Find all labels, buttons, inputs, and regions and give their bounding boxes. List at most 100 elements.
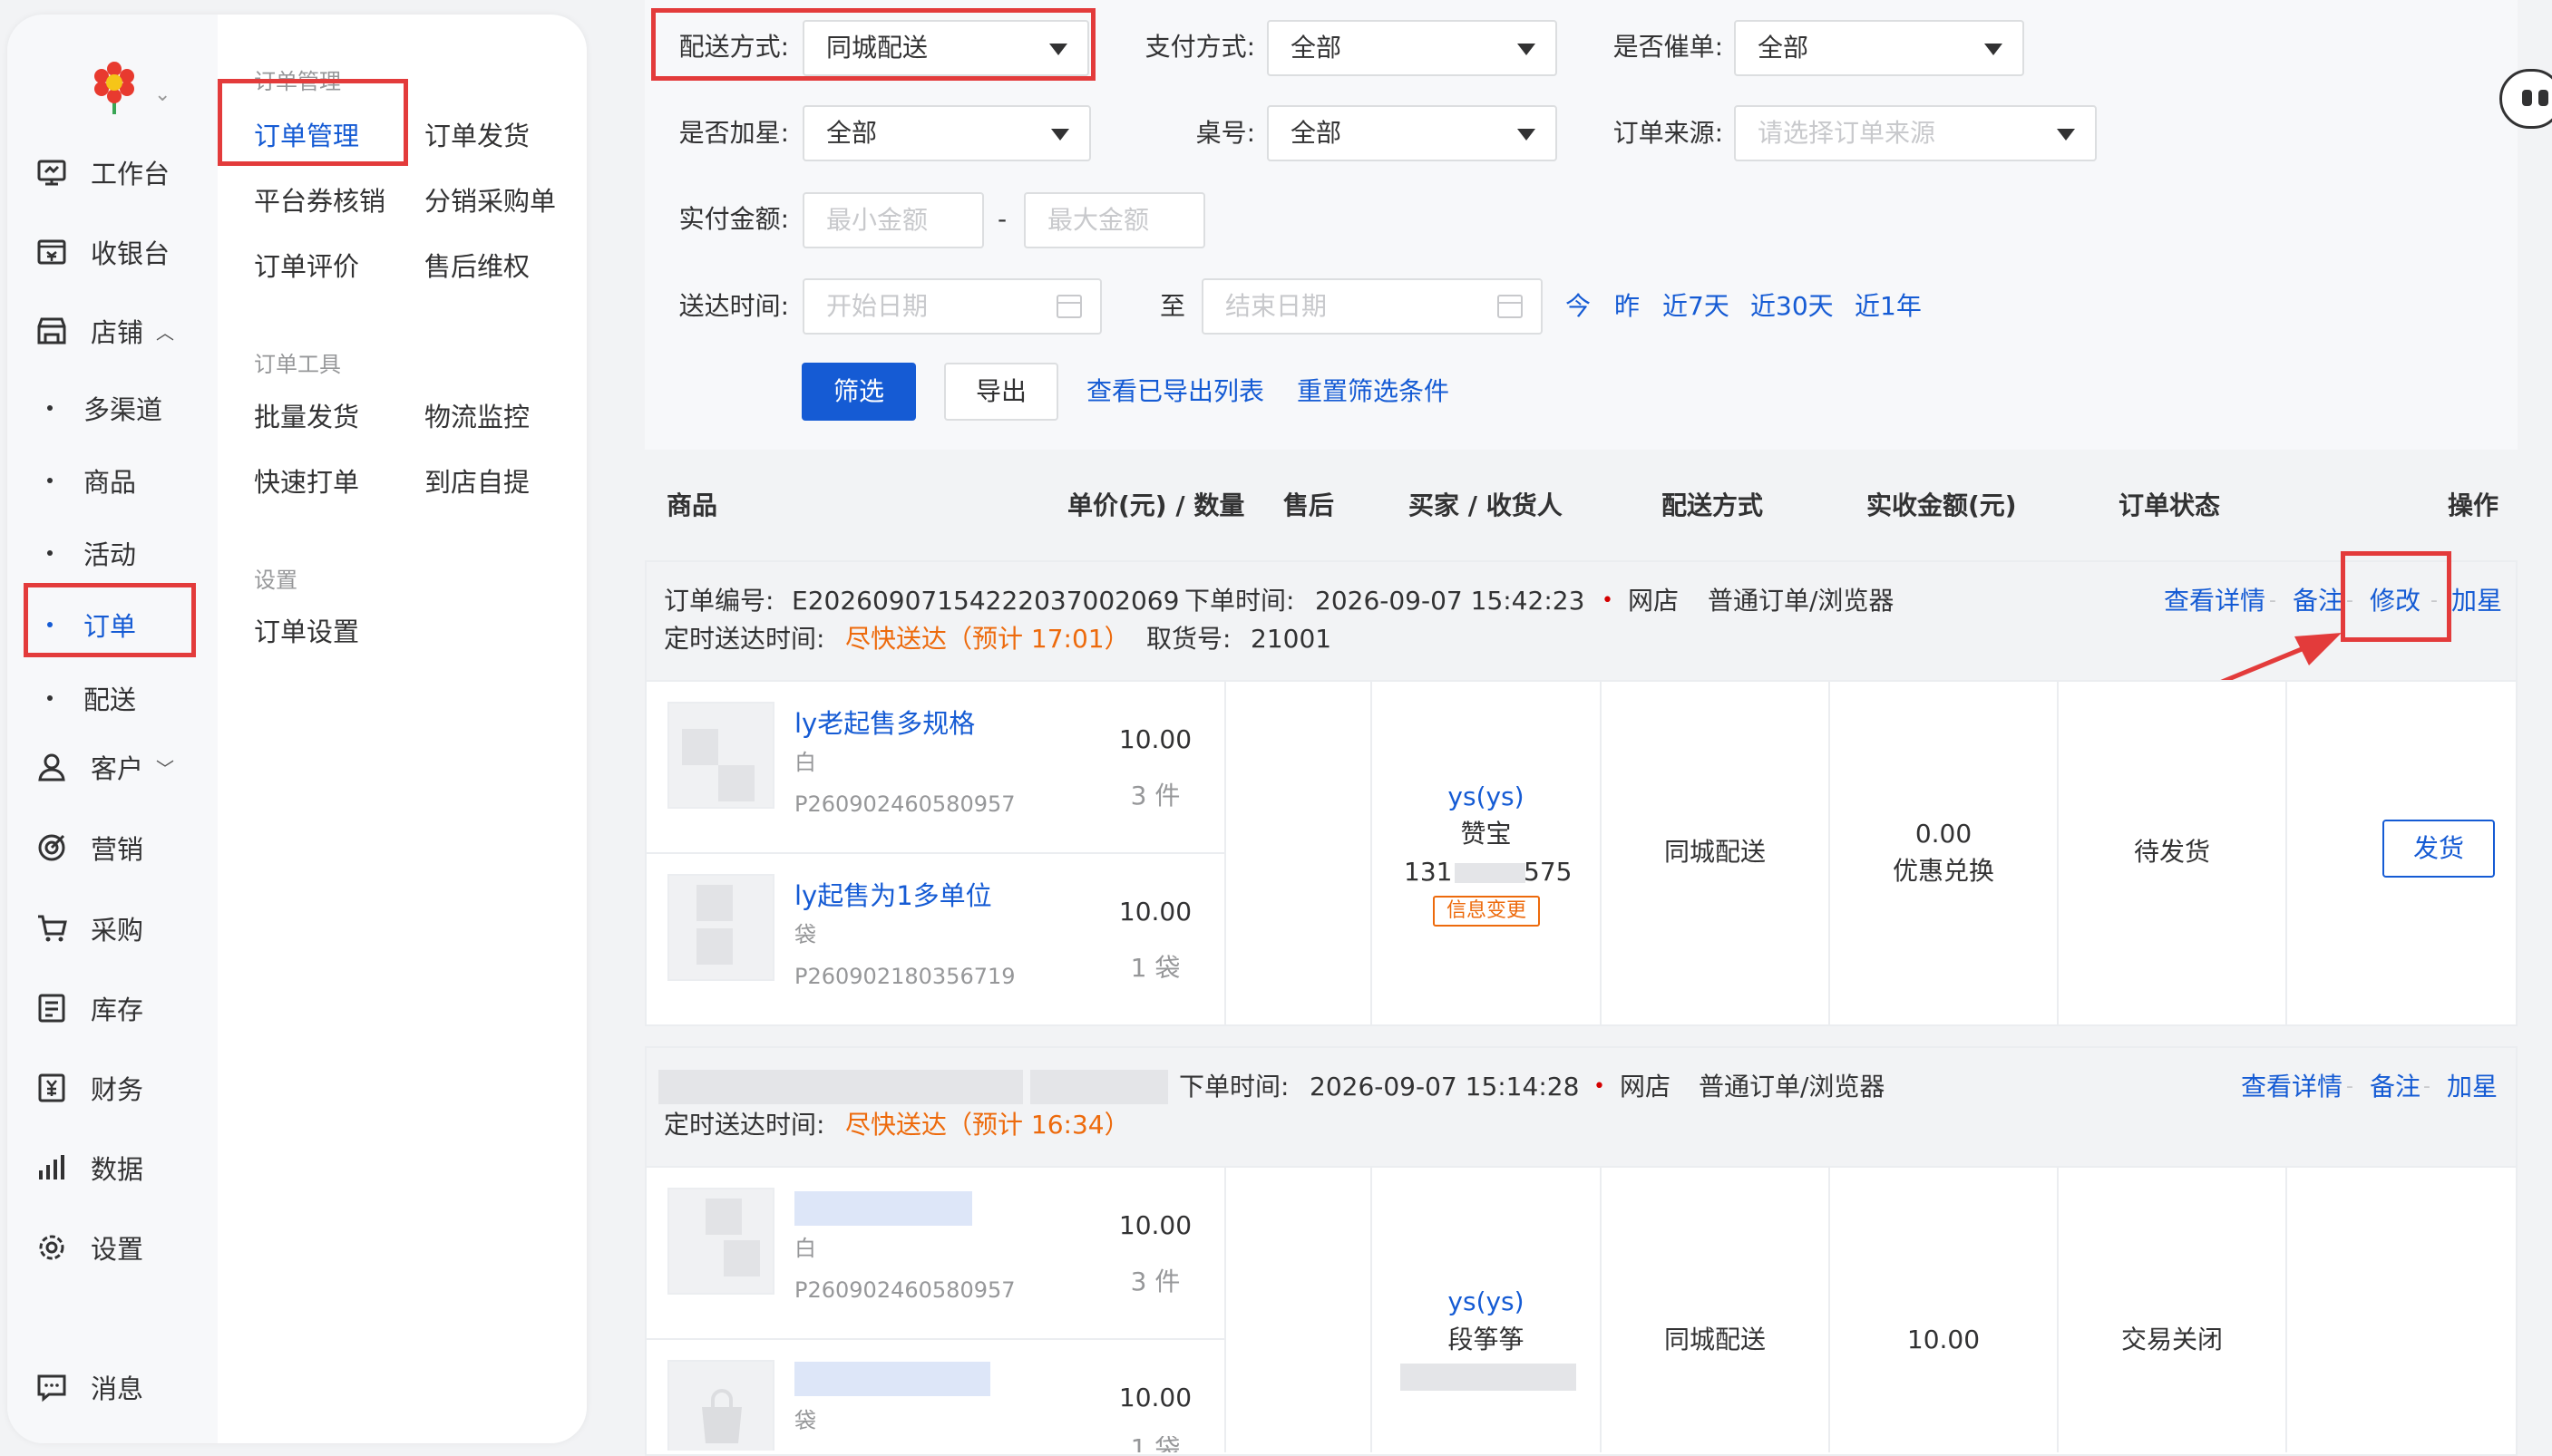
star-link[interactable]: 加星 xyxy=(2451,583,2502,619)
quick-7days[interactable]: 近7天 xyxy=(1662,288,1729,325)
col-status: 订单状态 xyxy=(2119,490,2221,520)
nav-customer[interactable]: 客户 ﹀ xyxy=(36,749,174,785)
export-button[interactable]: 导出 xyxy=(944,363,1058,421)
start-date-input[interactable]: 开始日期 xyxy=(803,278,1102,335)
eta-value: 尽快送达（预计 17:01） xyxy=(845,624,1130,654)
order-no: E20260907154222037002069 xyxy=(792,586,1180,616)
eta-value: 尽快送达（预计 16:34） xyxy=(845,1110,1130,1140)
subnav-batch-ship[interactable]: 批量发货 xyxy=(254,399,359,435)
nav-inventory[interactable]: 库存 xyxy=(36,990,143,1026)
reset-filters-link[interactable]: 重置筛选条件 xyxy=(1297,374,1449,410)
calendar-icon xyxy=(1497,295,1523,318)
quick-yesterday[interactable]: 昨 xyxy=(1614,288,1640,325)
marketing-icon xyxy=(36,832,67,863)
subnav-activity[interactable]: 活动 xyxy=(47,535,136,571)
amount-max-input[interactable]: 最大金额 xyxy=(1024,192,1205,248)
nav-data[interactable]: 数据 xyxy=(36,1150,143,1186)
divider xyxy=(647,1338,1224,1340)
subnav-order-settings[interactable]: 订单设置 xyxy=(254,614,359,650)
paid-amount: 10.00 xyxy=(1906,1325,1981,1354)
payment-select[interactable]: 全部 xyxy=(1267,20,1557,76)
product-thumbnail[interactable] xyxy=(667,874,774,981)
nav-workbench[interactable]: 工作台 xyxy=(36,154,170,190)
nav-store[interactable]: 店铺 ︿ xyxy=(36,313,174,349)
subnav-group-title: 订单工具 xyxy=(254,352,341,377)
order-time: 2026-09-07 15:14:28 xyxy=(1310,1072,1580,1102)
subnav-coupon-verify[interactable]: 平台券核销 xyxy=(254,183,385,219)
amount-min-input[interactable]: 最小金额 xyxy=(803,192,984,248)
store-icon xyxy=(36,315,67,346)
item-price: 10.00 xyxy=(1118,1383,1193,1412)
store-logo-icon[interactable] xyxy=(91,62,138,116)
remark-link[interactable]: 备注 xyxy=(2370,1069,2421,1105)
ship-button[interactable]: 发货 xyxy=(2382,820,2495,878)
action-separator: - xyxy=(2346,1075,2353,1098)
view-exported-link[interactable]: 查看已导出列表 xyxy=(1086,374,1264,410)
channel-dot: • xyxy=(1593,1075,1605,1098)
product-name-link[interactable]: ly老起售多规格 xyxy=(794,705,975,742)
subnav-order-review[interactable]: 订单评价 xyxy=(254,248,359,285)
product-thumbnail[interactable] xyxy=(667,1188,774,1295)
receiver-name: 段筝筝 xyxy=(1447,1325,1524,1354)
cashier-icon xyxy=(36,237,67,267)
urge-select[interactable]: 全部 xyxy=(1734,20,2024,76)
order-store: 网店 xyxy=(1620,1072,1671,1102)
order-time: 2026-09-07 15:42:23 xyxy=(1315,586,1585,616)
subnav-self-pickup[interactable]: 到店自提 xyxy=(424,464,530,500)
receiver-phone-prefix: 131 xyxy=(1404,857,1453,887)
product-sku: P260902180356719 xyxy=(794,964,1016,989)
redacted-block xyxy=(1030,1070,1168,1104)
assistant-robot-icon[interactable] xyxy=(2499,69,2552,129)
buyer-link[interactable]: ys(ys) xyxy=(1372,1284,1600,1320)
subnav-goods[interactable]: 商品 xyxy=(47,462,136,499)
nav-label: 库存 xyxy=(91,995,144,1025)
message-icon xyxy=(36,1372,67,1403)
select-value: 全部 xyxy=(1758,33,1809,63)
product-name-link[interactable]: ly起售为1多单位 xyxy=(794,878,992,914)
subnav-order-ship[interactable]: 订单发货 xyxy=(424,118,530,154)
nav-messages[interactable]: 消息 xyxy=(36,1369,143,1405)
nav-cashier[interactable]: 收银台 xyxy=(36,234,170,270)
filter-button[interactable]: 筛选 xyxy=(802,363,916,421)
range-to: 至 xyxy=(1159,291,1185,321)
filter-label: 桌号: xyxy=(1195,118,1255,148)
table-select[interactable]: 全部 xyxy=(1267,105,1557,161)
view-detail-link[interactable]: 查看详情 xyxy=(2241,1069,2343,1105)
info-changed-badge: 信息变更 xyxy=(1433,896,1540,927)
receiver-phone-suffix: 575 xyxy=(1524,857,1573,887)
quick-today[interactable]: 今 xyxy=(1565,288,1591,325)
remark-link[interactable]: 备注 xyxy=(2293,583,2343,619)
nav-purchase[interactable]: 采购 xyxy=(36,910,143,946)
nav-finance[interactable]: 财务 xyxy=(36,1070,143,1106)
end-date-input[interactable]: 结束日期 xyxy=(1202,278,1543,335)
item-price: 10.00 xyxy=(1118,897,1193,927)
subnav-delivery[interactable]: 配送 xyxy=(47,680,136,716)
product-thumbnail[interactable] xyxy=(667,702,774,809)
filter-label: 送达时间: xyxy=(678,291,789,321)
subnav-distribution-purchase[interactable]: 分销采购单 xyxy=(424,183,556,219)
item-qty: 1 袋 xyxy=(1130,1436,1181,1452)
star-link[interactable]: 加星 xyxy=(2447,1069,2498,1105)
action-separator: - xyxy=(2423,1075,2430,1098)
subnav-label: 活动 xyxy=(83,539,137,570)
buyer-link[interactable]: ys(ys) xyxy=(1372,779,1600,815)
divider xyxy=(1828,1168,1830,1452)
subnav-quick-print[interactable]: 快速打单 xyxy=(254,464,359,500)
nav-marketing[interactable]: 营销 xyxy=(36,830,143,866)
star-select[interactable]: 全部 xyxy=(803,105,1091,161)
chevron-down-icon: ﹀ xyxy=(156,757,175,780)
subnav-multichannel[interactable]: 多渠道 xyxy=(47,390,162,426)
redacted-block xyxy=(1455,863,1525,883)
subnav-logistics-monitor[interactable]: 物流监控 xyxy=(424,399,530,435)
nav-settings[interactable]: 设置 xyxy=(36,1229,143,1266)
source-select[interactable]: 请选择订单来源 xyxy=(1734,105,2097,161)
select-placeholder: 请选择订单来源 xyxy=(1758,118,1936,148)
subnav-label: 商品 xyxy=(83,467,137,498)
quick-30days[interactable]: 近30天 xyxy=(1750,288,1834,325)
chevron-down-icon[interactable]: ⌄ xyxy=(154,85,170,105)
view-detail-link[interactable]: 查看详情 xyxy=(2164,583,2265,619)
quick-1year[interactable]: 近1年 xyxy=(1855,288,1922,325)
redacted-block xyxy=(794,1362,990,1396)
product-thumbnail[interactable] xyxy=(667,1360,774,1451)
subnav-after-sale[interactable]: 售后维权 xyxy=(424,248,530,285)
